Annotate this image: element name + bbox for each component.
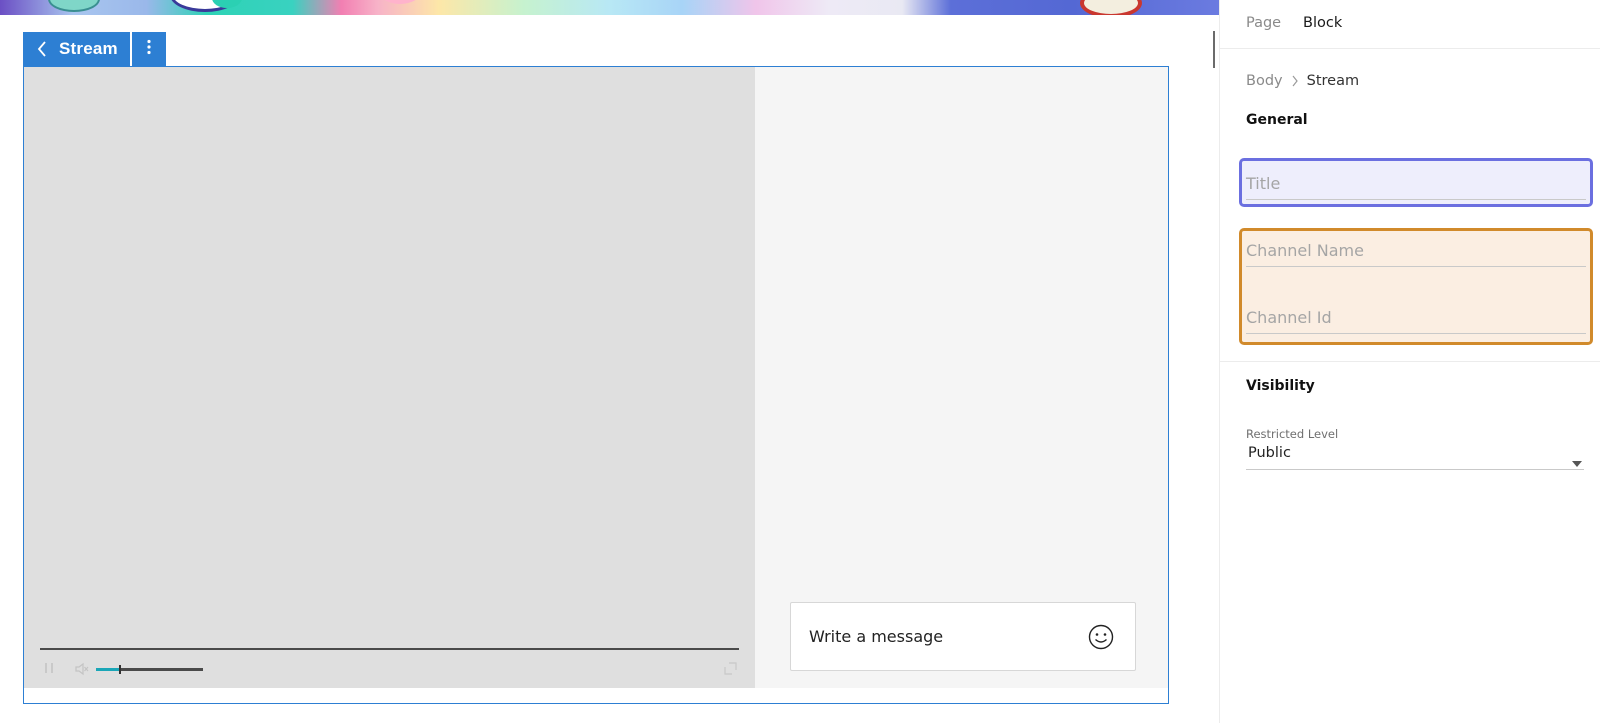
title-field-highlight: Title [1239,158,1593,207]
restricted-level-value: Public [1248,445,1291,461]
title-input[interactable]: Title [1246,174,1586,200]
video-player[interactable] [24,67,755,688]
section-divider [1220,361,1600,362]
page-canvas: Stream Write a message [0,0,1219,723]
pause-button[interactable] [42,661,56,675]
caret-down-icon [1572,452,1582,467]
chevron-right-icon [1291,75,1299,87]
breadcrumb: Body Stream [1246,73,1359,89]
more-vertical-icon [147,39,151,59]
header-banner-image [0,0,1219,15]
visibility-section-title: Visibility [1246,378,1315,394]
tab-page[interactable]: Page [1246,15,1281,31]
restricted-level-label: Restricted Level [1246,427,1339,441]
volume-slider[interactable] [96,665,203,674]
block-toolbar: Stream [23,32,166,66]
panel-tabs: Page Block [1220,0,1600,49]
video-progress-bar[interactable] [40,648,739,650]
properties-panel: Page Block Body Stream General Title Cha… [1219,0,1600,723]
breadcrumb-item-body[interactable]: Body [1246,73,1283,89]
chat-panel: Write a message [755,67,1168,688]
title-input-placeholder: Title [1246,174,1281,193]
general-section-title: General [1246,112,1308,128]
volume-muted-icon [75,661,89,680]
block-back-button[interactable]: Stream [23,32,130,66]
breadcrumb-item-stream: Stream [1306,73,1360,89]
fullscreen-icon [724,660,737,679]
tab-block[interactable]: Block [1303,15,1342,31]
volume-slider-handle[interactable] [118,665,121,674]
fullscreen-button[interactable] [724,660,737,675]
channel-name-placeholder: Channel Name [1246,241,1364,260]
chat-message-placeholder: Write a message [809,627,944,646]
channel-id-placeholder: Channel Id [1246,308,1332,327]
block-more-button[interactable] [131,32,166,66]
canvas-scroll-indicator[interactable] [1213,31,1215,68]
block-name-label: Stream [59,39,118,58]
mute-button[interactable] [75,661,89,676]
chevron-left-icon [33,40,51,58]
stream-block[interactable]: Write a message [23,66,1169,704]
channel-name-input[interactable]: Channel Name [1246,241,1586,267]
volume-slider-fill [96,668,120,671]
channel-id-input[interactable]: Channel Id [1246,308,1586,334]
restricted-level-select[interactable]: Public [1246,444,1584,470]
chat-message-input[interactable]: Write a message [790,602,1136,671]
emoji-button[interactable] [1088,624,1114,650]
pause-icon [44,659,54,678]
smiley-icon [1088,624,1114,654]
channel-fields-highlight: Channel Name Channel Id [1239,228,1593,345]
